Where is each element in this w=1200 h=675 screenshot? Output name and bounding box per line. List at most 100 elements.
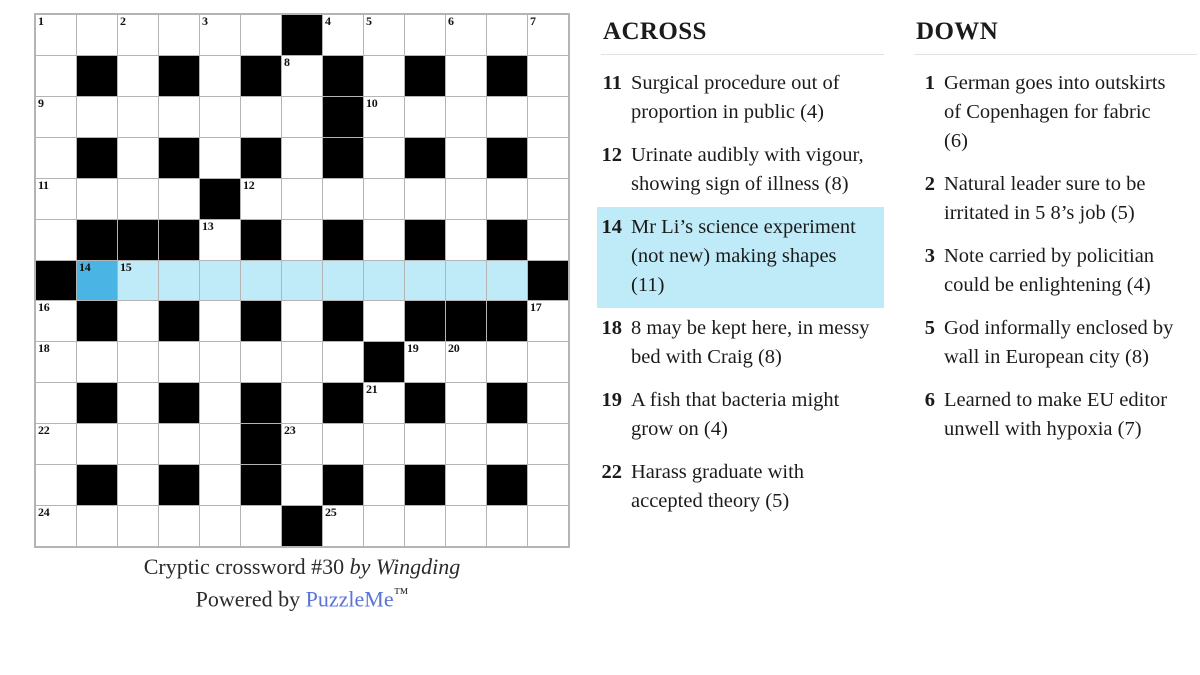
crossword-grid-wrapper[interactable]: 1 2 3 4 5 6 7 8 9 10 11 12 13 14 15 16 17 18 19 20 21 22 23 24 2… [34, 13, 570, 548]
grid-cell[interactable] [77, 178, 117, 219]
grid-cell[interactable] [446, 137, 486, 178]
grid-cell[interactable] [364, 260, 404, 301]
grid-cell[interactable] [36, 137, 76, 178]
clue-item-down-5[interactable]: 5 God informally enclosed by wall in Euro… [910, 308, 1197, 380]
grid-cell[interactable] [405, 260, 445, 301]
grid-cell[interactable] [118, 424, 158, 465]
grid-cell[interactable] [159, 342, 199, 383]
grid-cell[interactable] [118, 465, 158, 506]
grid-cell[interactable] [446, 260, 486, 301]
grid-cell[interactable] [36, 219, 76, 260]
grid-cell[interactable] [118, 178, 158, 219]
grid-cell[interactable] [323, 342, 363, 383]
grid-cell[interactable] [487, 424, 527, 465]
grid-cell[interactable]: 12 [241, 178, 281, 219]
grid-cell[interactable] [446, 178, 486, 219]
grid-cell[interactable] [77, 96, 117, 137]
grid-cell[interactable] [159, 15, 199, 55]
grid-cell[interactable] [364, 219, 404, 260]
grid-cell[interactable] [118, 96, 158, 137]
grid-cell[interactable] [200, 137, 240, 178]
grid-cell[interactable]: 21 [364, 383, 404, 424]
grid-cell[interactable] [200, 55, 240, 96]
grid-cell[interactable] [323, 260, 363, 301]
clue-item-down-1[interactable]: 1 German goes into outskirts of Copenhage… [910, 63, 1197, 164]
grid-cell[interactable] [487, 15, 527, 55]
grid-cell[interactable] [241, 260, 281, 301]
grid-cell[interactable] [405, 178, 445, 219]
grid-cell[interactable] [200, 301, 240, 342]
grid-cell[interactable]: 25 [323, 506, 363, 546]
clue-item-across-12[interactable]: 12 Urinate audibly with vigour, showing s… [597, 135, 884, 207]
grid-cell[interactable] [528, 465, 568, 506]
grid-cell[interactable] [487, 342, 527, 383]
grid-cell[interactable]: 14 [77, 260, 117, 301]
grid-cell[interactable] [36, 383, 76, 424]
grid-cell[interactable] [446, 465, 486, 506]
grid-cell[interactable] [528, 506, 568, 546]
grid-cell[interactable] [118, 383, 158, 424]
grid-cell[interactable] [77, 424, 117, 465]
grid-cell[interactable] [282, 260, 322, 301]
grid-cell[interactable]: 15 [118, 260, 158, 301]
grid-cell[interactable] [282, 342, 322, 383]
grid-cell[interactable] [528, 342, 568, 383]
grid-cell[interactable] [282, 178, 322, 219]
grid-cell[interactable]: 22 [36, 424, 76, 465]
grid-cell[interactable] [282, 465, 322, 506]
grid-cell[interactable]: 17 [528, 301, 568, 342]
grid-cell[interactable] [241, 96, 281, 137]
grid-cell[interactable] [200, 96, 240, 137]
crossword-grid[interactable]: 1 2 3 4 5 6 7 8 9 10 11 12 13 14 15 16 17 18 19 20 21 22 23 24 2… [34, 13, 570, 548]
grid-cell[interactable] [241, 15, 281, 55]
grid-cell[interactable]: 20 [446, 342, 486, 383]
grid-cell[interactable] [528, 137, 568, 178]
grid-cell[interactable] [200, 342, 240, 383]
grid-cell[interactable] [446, 506, 486, 546]
grid-cell[interactable] [446, 219, 486, 260]
grid-cell[interactable] [282, 137, 322, 178]
grid-cell[interactable]: 23 [282, 424, 322, 465]
grid-cell[interactable]: 10 [364, 96, 404, 137]
grid-cell[interactable]: 9 [36, 96, 76, 137]
grid-cell[interactable] [159, 96, 199, 137]
grid-cell[interactable] [118, 301, 158, 342]
grid-cell[interactable] [159, 178, 199, 219]
grid-cell[interactable] [528, 96, 568, 137]
grid-cell[interactable] [118, 55, 158, 96]
grid-cell[interactable] [364, 55, 404, 96]
grid-cell[interactable]: 11 [36, 178, 76, 219]
grid-cell[interactable] [528, 424, 568, 465]
across-clue-list[interactable]: 11 Surgical procedure out of proportion i… [597, 63, 884, 524]
clue-item-across-18[interactable]: 18 8 may be kept here, in messy bed with … [597, 308, 884, 380]
grid-cell[interactable] [77, 15, 117, 55]
grid-cell[interactable]: 6 [446, 15, 486, 55]
grid-cell[interactable]: 5 [364, 15, 404, 55]
grid-cell[interactable] [323, 424, 363, 465]
grid-cell[interactable] [487, 506, 527, 546]
grid-cell[interactable] [200, 424, 240, 465]
grid-cell[interactable] [159, 424, 199, 465]
grid-cell[interactable]: 24 [36, 506, 76, 546]
grid-cell[interactable] [118, 342, 158, 383]
grid-cell[interactable] [528, 55, 568, 96]
puzzleme-link[interactable]: PuzzleMe [306, 586, 394, 611]
grid-cell[interactable] [36, 465, 76, 506]
grid-cell[interactable] [241, 506, 281, 546]
grid-cell[interactable] [446, 55, 486, 96]
grid-cell[interactable] [118, 137, 158, 178]
grid-cell[interactable] [487, 260, 527, 301]
grid-cell[interactable] [159, 506, 199, 546]
grid-cell[interactable] [200, 506, 240, 546]
grid-cell[interactable] [364, 424, 404, 465]
grid-cell[interactable] [200, 383, 240, 424]
clue-item-across-11[interactable]: 11 Surgical procedure out of proportion i… [597, 63, 884, 135]
grid-cell[interactable] [77, 506, 117, 546]
grid-cell[interactable] [364, 465, 404, 506]
grid-cell[interactable] [405, 15, 445, 55]
grid-cell[interactable] [200, 260, 240, 301]
down-clue-list[interactable]: 1 German goes into outskirts of Copenhage… [910, 63, 1197, 452]
grid-cell[interactable] [241, 342, 281, 383]
grid-cell[interactable]: 3 [200, 15, 240, 55]
grid-cell[interactable] [77, 342, 117, 383]
